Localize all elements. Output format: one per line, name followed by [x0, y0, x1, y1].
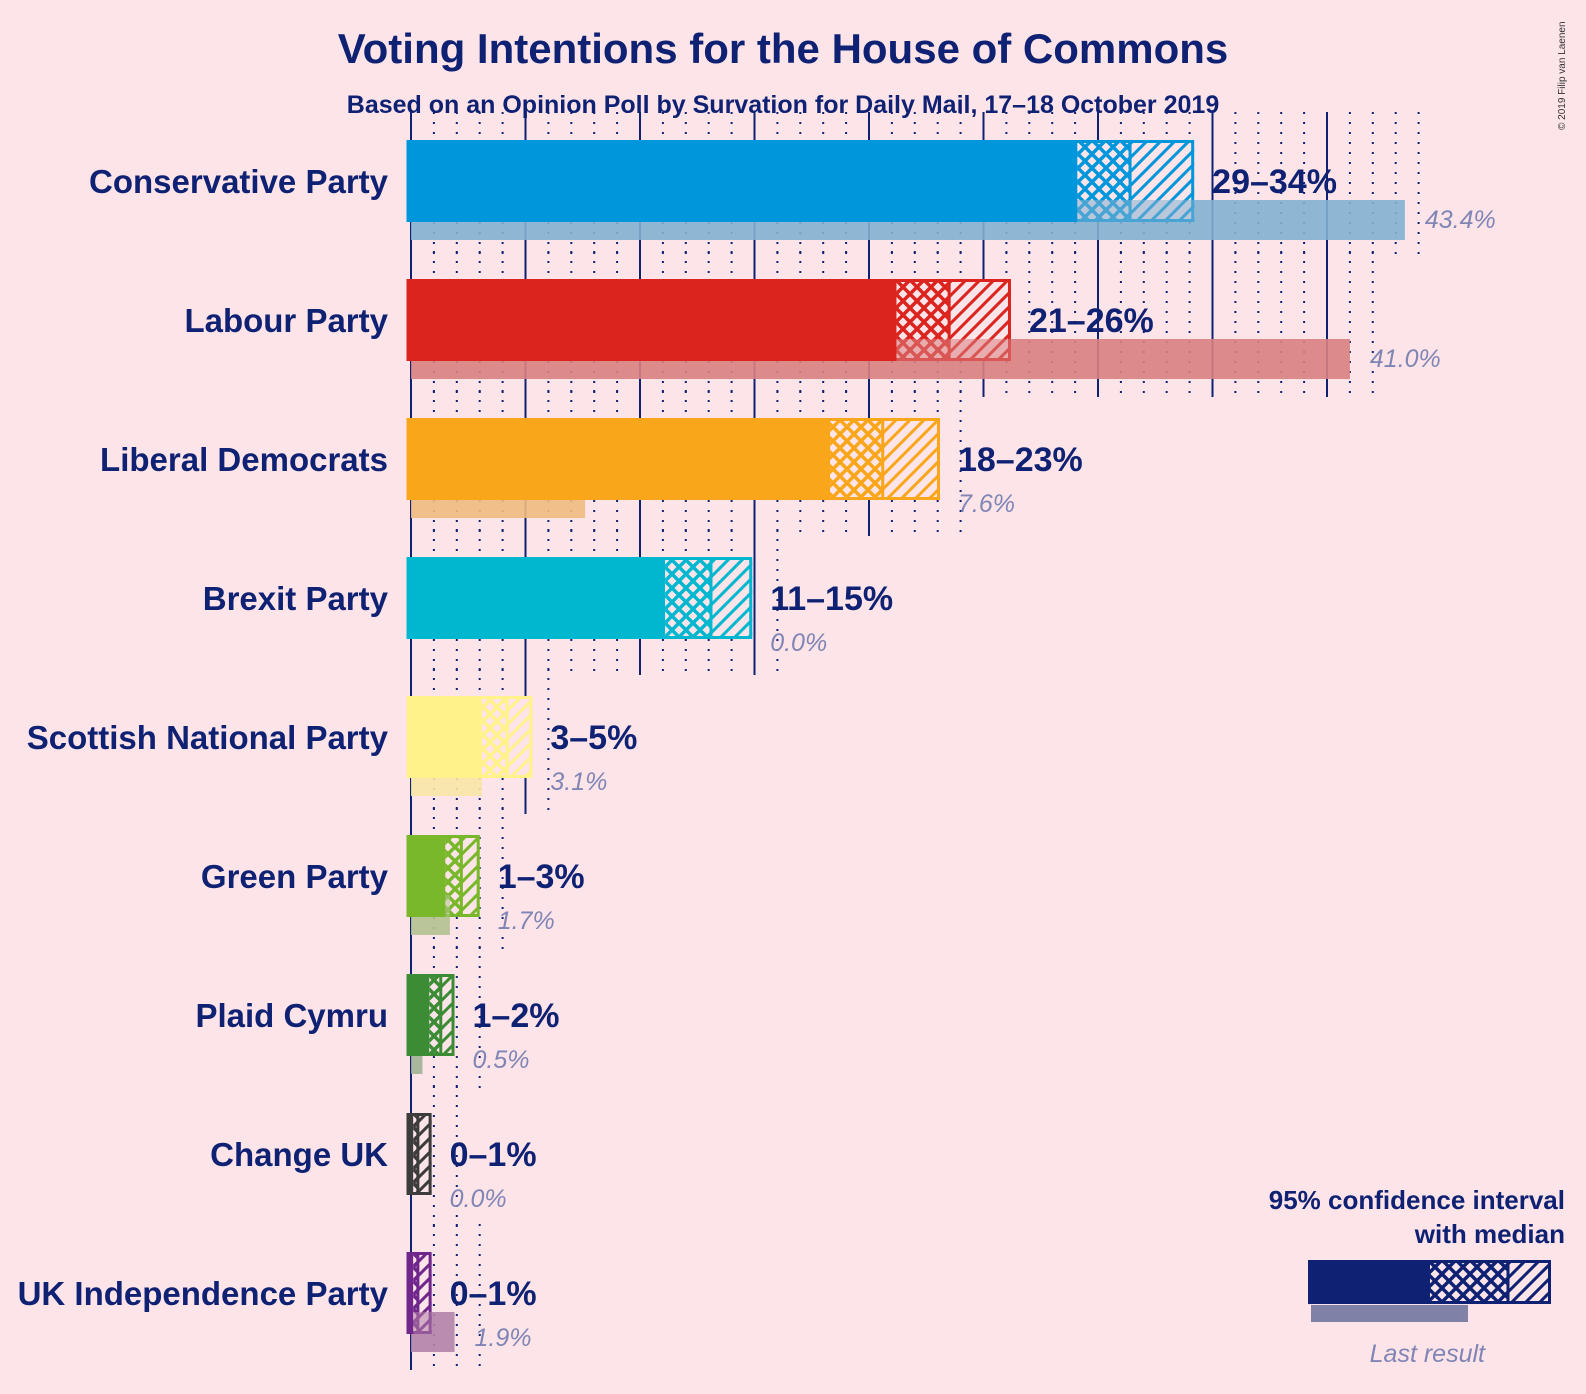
- ci-lower-half: [665, 557, 711, 639]
- ci-upper-half: [710, 557, 753, 639]
- last-result-overlay: [413, 1312, 432, 1334]
- chart-title: Voting Intentions for the House of Commo…: [338, 25, 1229, 72]
- last-result-label: 1.9%: [475, 1324, 532, 1352]
- last-result-label: 43.4%: [1425, 206, 1496, 234]
- range-label: 0–1%: [450, 1275, 537, 1313]
- party-label: Scottish National Party: [27, 719, 389, 756]
- ci-solid-bar: [408, 974, 430, 1056]
- party-label: Change UK: [210, 1136, 388, 1173]
- last-result-label: 7.6%: [958, 490, 1015, 518]
- last-result-label: 0.5%: [473, 1046, 530, 1074]
- party-row: Labour Party 21–26% 41.0%: [184, 279, 1441, 379]
- party-row: Liberal Democrats 18–23% 7.6%: [100, 418, 1083, 518]
- last-result-overlay: [896, 339, 1011, 361]
- ci-solid-bar: [408, 279, 897, 361]
- last-result-overlay: [445, 895, 450, 917]
- range-label: 1–2%: [473, 997, 560, 1035]
- ci-solid-bar: [408, 418, 831, 500]
- legend-last-result-label: Last result: [1370, 1340, 1486, 1368]
- range-label: 18–23%: [958, 441, 1083, 479]
- party-label: Conservative Party: [89, 163, 389, 200]
- ci-solid-bar: [408, 557, 666, 639]
- range-label: 11–15%: [770, 580, 893, 618]
- party-label: Green Party: [201, 858, 389, 895]
- legend-solid-swatch: [1308, 1260, 1430, 1304]
- party-row: UK Independence Party 0–1% 1.9%: [18, 1252, 537, 1352]
- last-result-label: 3.1%: [550, 768, 607, 796]
- party-label: Plaid Cymru: [195, 997, 388, 1034]
- range-label: 1–3%: [498, 858, 585, 896]
- ci-solid-bar: [408, 696, 482, 778]
- range-label: 0–1%: [450, 1136, 537, 1174]
- range-label: 3–5%: [550, 719, 637, 757]
- ci-lower-half: [481, 696, 508, 778]
- range-label: 29–34%: [1212, 163, 1337, 201]
- party-label: Labour Party: [184, 302, 388, 339]
- party-row: Plaid Cymru 1–2% 0.5%: [195, 974, 559, 1074]
- ci-lower-half: [429, 974, 441, 1056]
- ci-upper-half: [507, 696, 533, 778]
- last-result-overlay: [1077, 200, 1195, 222]
- party-row: Scottish National Party 3–5% 3.1%: [27, 696, 637, 796]
- party-label: UK Independence Party: [18, 1275, 389, 1312]
- last-result-label: 0.0%: [770, 629, 827, 657]
- chart: Voting Intentions for the House of Commo…: [18, 21, 1568, 1370]
- legend-last-result-swatch: [1311, 1305, 1468, 1322]
- bars: Conservative Party 29–34% 43.4% Labour Part…: [18, 140, 1496, 1352]
- last-result-label: 41.0%: [1370, 345, 1441, 373]
- legend-diagonal-swatch: [1508, 1260, 1548, 1304]
- party-label: Liberal Democrats: [100, 441, 388, 478]
- legend: 95% confidence interval with median Last…: [1269, 1185, 1565, 1368]
- party-label: Brexit Party: [203, 580, 389, 617]
- ci-upper-half: [882, 418, 940, 500]
- legend-title-line1: 95% confidence interval: [1269, 1185, 1565, 1215]
- ci-solid-bar: [408, 140, 1078, 222]
- last-result-label: 0.0%: [450, 1185, 507, 1213]
- legend-crosshatch-swatch: [1430, 1260, 1508, 1304]
- ci-solid-bar: [408, 835, 446, 917]
- last-result-label: 1.7%: [498, 907, 555, 935]
- party-row: Green Party 1–3% 1.7%: [201, 835, 585, 935]
- legend-title-line2: with median: [1414, 1219, 1565, 1249]
- party-row: Change UK 0–1% 0.0%: [210, 1113, 537, 1213]
- copyright-note: © 2019 Filip van Laenen: [1557, 21, 1568, 130]
- party-row: Conservative Party 29–34% 43.4%: [89, 140, 1496, 240]
- range-label: 21–26%: [1029, 302, 1154, 340]
- chart-subtitle: Based on an Opinion Poll by Survation fo…: [347, 91, 1219, 119]
- party-row: Brexit Party 11–15% 0.0%: [203, 557, 893, 657]
- ci-lower-half: [830, 418, 883, 500]
